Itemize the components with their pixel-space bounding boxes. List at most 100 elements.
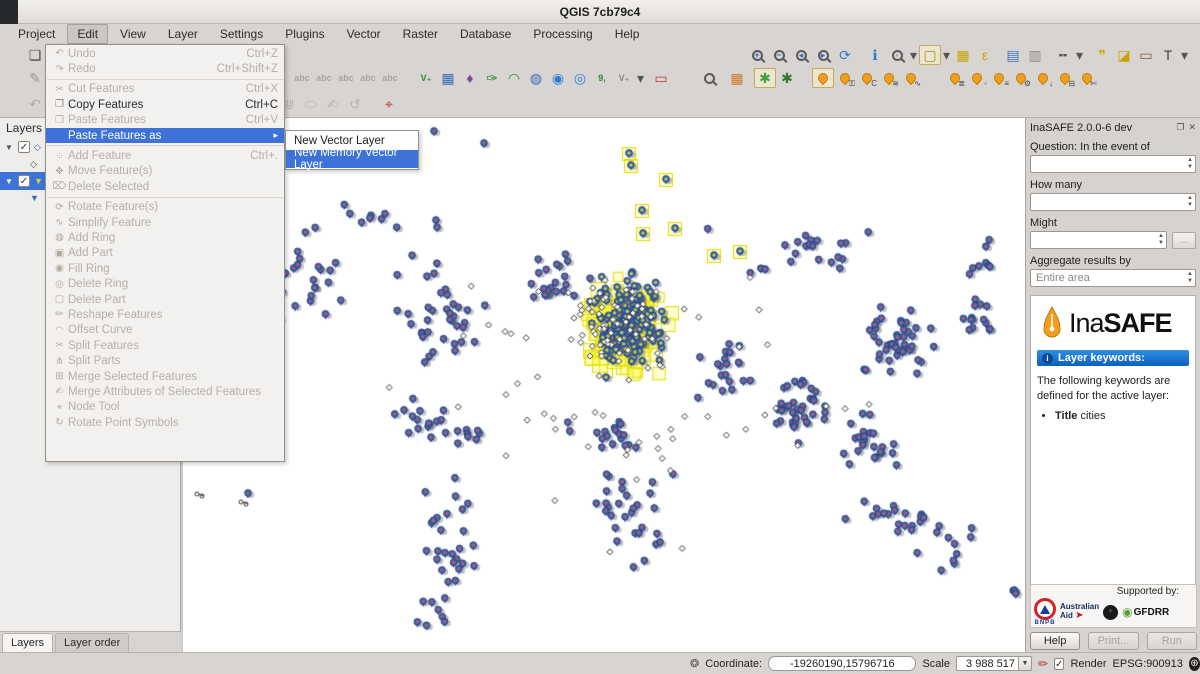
zoom-to-selection-icon[interactable]: ◦ xyxy=(886,45,908,65)
add-raster-layer-button[interactable]: ◠ xyxy=(503,68,525,88)
menu-help[interactable]: Help xyxy=(605,24,650,44)
scale-dropdown-icon[interactable]: ▼ xyxy=(1018,656,1032,671)
search-icon[interactable] xyxy=(698,68,720,88)
help-button[interactable]: Help xyxy=(1030,632,1080,650)
edit-menu-item-node-tool[interactable]: ⌖Node Tool xyxy=(46,400,284,415)
remove-layer-button[interactable]: ▭ xyxy=(650,68,672,88)
inasafe-user-icon[interactable]: ◦ xyxy=(966,68,988,88)
add-wfs-layer-button[interactable]: 9, xyxy=(591,68,613,88)
zoom-in-icon[interactable]: + xyxy=(746,45,768,65)
merge-tool-button[interactable]: ⬭ xyxy=(300,94,322,114)
spin-arrows-icon[interactable]: ▲▼ xyxy=(1187,195,1193,209)
new-vector-layer-button[interactable]: V₊ xyxy=(415,68,437,88)
edit-menu-item-fill-ring[interactable]: ◉Fill Ring xyxy=(46,261,284,276)
edit-menu-item-undo[interactable]: ↶UndoCtrl+Z xyxy=(46,46,284,61)
render-checkbox[interactable]: ✓ xyxy=(1054,658,1064,670)
spin-arrows-icon[interactable]: ▲▼ xyxy=(1158,233,1164,247)
inasafe-layers-icon[interactable]: ≡ xyxy=(988,68,1010,88)
label-abc-4-button[interactable]: abc xyxy=(357,68,379,88)
deselect-all-button[interactable]: ▦ xyxy=(952,45,974,65)
plugin-tool-1-button[interactable]: ✱ xyxy=(754,68,776,88)
inasafe-plugin-icon[interactable] xyxy=(812,68,834,88)
menu-settings[interactable]: Settings xyxy=(210,24,273,44)
menu-plugins[interactable]: Plugins xyxy=(275,24,334,44)
function-combobox[interactable]: ▲▼ xyxy=(1030,231,1167,249)
add-vector-layer-button[interactable]: ✑ xyxy=(481,68,503,88)
float-panel-icon[interactable]: ❐ xyxy=(1176,122,1184,133)
inasafe-shake-icon[interactable]: ∿ xyxy=(900,68,922,88)
inasafe-list-icon[interactable]: ≣ xyxy=(944,68,966,88)
inasafe-database-icon[interactable]: ⊟ xyxy=(1054,68,1076,88)
plugin-tool-2-button[interactable]: ✱ xyxy=(776,68,798,88)
measure-dropdown-button[interactable]: ▾ xyxy=(1074,45,1085,65)
exposure-combobox[interactable]: ▲▼ xyxy=(1030,193,1196,211)
spin-arrows-icon[interactable]: ▲▼ xyxy=(1187,271,1193,285)
add-wms-layer-button[interactable]: ◉ xyxy=(547,68,569,88)
hazard-combobox[interactable]: ▲▼ xyxy=(1030,155,1196,173)
edit-menu-item-delete-selected[interactable]: ⌦Delete Selected xyxy=(46,179,284,194)
edit-menu-item-split-features[interactable]: ✂Split Features xyxy=(46,338,284,353)
layer-visibility-checkbox[interactable]: ✓ xyxy=(18,175,30,187)
close-panel-icon[interactable]: ✕ xyxy=(1188,122,1196,133)
menu-edit[interactable]: Edit xyxy=(67,24,108,44)
inasafe-keywords-icon[interactable]: ⚿ xyxy=(834,68,856,88)
edit-menu-item-move-feature-s-[interactable]: ✥Move Feature(s) xyxy=(46,164,284,179)
map-tips-button[interactable]: ❞ xyxy=(1091,45,1113,65)
extents-icon[interactable]: ❂ xyxy=(690,657,699,670)
menu-database[interactable]: Database xyxy=(450,24,521,44)
edit-menu-item-merge-attributes-of-selected-features[interactable]: ✍Merge Attributes of Selected Features xyxy=(46,384,284,399)
edit-menu-item-add-ring[interactable]: ◍Add Ring xyxy=(46,230,284,245)
label-abc-5-button[interactable]: abc xyxy=(379,68,401,88)
inasafe-download-icon[interactable]: ↓ xyxy=(1032,68,1054,88)
annotation-dropdown-button[interactable]: ▾ xyxy=(1179,45,1190,65)
field-calculator-button[interactable]: ▥ xyxy=(1024,45,1046,65)
coordinate-input[interactable]: -19260190,15796716 xyxy=(768,656,916,671)
edit-menu-item-add-feature[interactable]: ⁘Add FeatureCtrl+. xyxy=(46,148,284,163)
new-bookmark-button[interactable]: ◪ xyxy=(1113,45,1135,65)
select-dropdown-button[interactable]: ▾ xyxy=(908,45,919,65)
menu-processing[interactable]: Processing xyxy=(523,24,602,44)
add-wcs-layer-button[interactable]: ◎ xyxy=(569,68,591,88)
new-spatialite-layer-button[interactable]: ♦ xyxy=(459,68,481,88)
edit-menu-item-paste-features-as[interactable]: Paste Features as▸ xyxy=(46,128,284,143)
zoom-next-icon[interactable]: ▸ xyxy=(812,45,834,65)
inasafe-settings-icon[interactable]: ⚙ xyxy=(1010,68,1032,88)
identify-features-button[interactable]: ℹ xyxy=(864,45,886,65)
title-bar[interactable]: QGIS 7cb79c4 xyxy=(0,0,1200,24)
label-abc-1-button[interactable]: abc xyxy=(291,68,313,88)
scale-combobox[interactable]: 3 988 517 ▼ xyxy=(956,656,1032,671)
add-postgis-layer-button[interactable]: ◍ xyxy=(525,68,547,88)
print-button[interactable]: Print... xyxy=(1088,632,1138,650)
undo-edit-button[interactable]: ↶ xyxy=(24,94,46,114)
menu-layer[interactable]: Layer xyxy=(158,24,208,44)
function-options-button[interactable]: ... xyxy=(1172,232,1196,249)
edit-menu-item-split-parts[interactable]: ⋔Split Parts xyxy=(46,353,284,368)
layer-dropdown-button[interactable]: ▾ xyxy=(635,68,646,88)
submenu-item-new-memory-vector-layer[interactable]: New Memory Vector Layer xyxy=(286,150,418,168)
menu-vector[interactable]: Vector xyxy=(337,24,391,44)
new-project-button[interactable]: ❏ xyxy=(24,45,46,65)
select-by-expression-button[interactable]: ε xyxy=(974,45,996,65)
menu-view[interactable]: View xyxy=(110,24,156,44)
edit-menu-item-merge-selected-features[interactable]: ⊞Merge Selected Features xyxy=(46,369,284,384)
edit-menu-item-delete-part[interactable]: ▢Delete Part xyxy=(46,292,284,307)
map-canvas[interactable] xyxy=(184,118,1026,652)
tab-layer-order[interactable]: Layer order xyxy=(55,633,129,652)
show-bookmarks-button[interactable]: ▭ xyxy=(1135,45,1157,65)
expand-arrow-icon[interactable]: ▼ xyxy=(4,177,14,186)
new-raster-layer-button[interactable]: ▦ xyxy=(437,68,459,88)
text-annotation-button[interactable]: T xyxy=(1157,45,1179,65)
edit-menu-item-add-part[interactable]: ▣Add Part xyxy=(46,246,284,261)
refresh-map-button[interactable]: ⟳ xyxy=(834,45,856,65)
tab-layers[interactable]: Layers xyxy=(2,633,53,652)
select-rect-dropdown-button[interactable]: ▾ xyxy=(941,45,952,65)
label-abc-2-button[interactable]: abc xyxy=(313,68,335,88)
edit-menu-item-cut-features[interactable]: ✂Cut FeaturesCtrl+X xyxy=(46,82,284,97)
edit-menu-item-redo[interactable]: ↷RedoCtrl+Shift+Z xyxy=(46,61,284,76)
edit-menu-item-offset-curve[interactable]: ◠Offset Curve xyxy=(46,323,284,338)
layer-visibility-checkbox[interactable]: ✓ xyxy=(18,141,30,153)
aggregation-combobox[interactable]: Entire area▲▼ xyxy=(1030,269,1196,287)
add-delimited-text-button[interactable]: V₊ xyxy=(613,68,635,88)
open-attribute-table-button[interactable]: ▤ xyxy=(1002,45,1024,65)
inasafe-minimum-needs-icon[interactable]: ≋ xyxy=(878,68,900,88)
